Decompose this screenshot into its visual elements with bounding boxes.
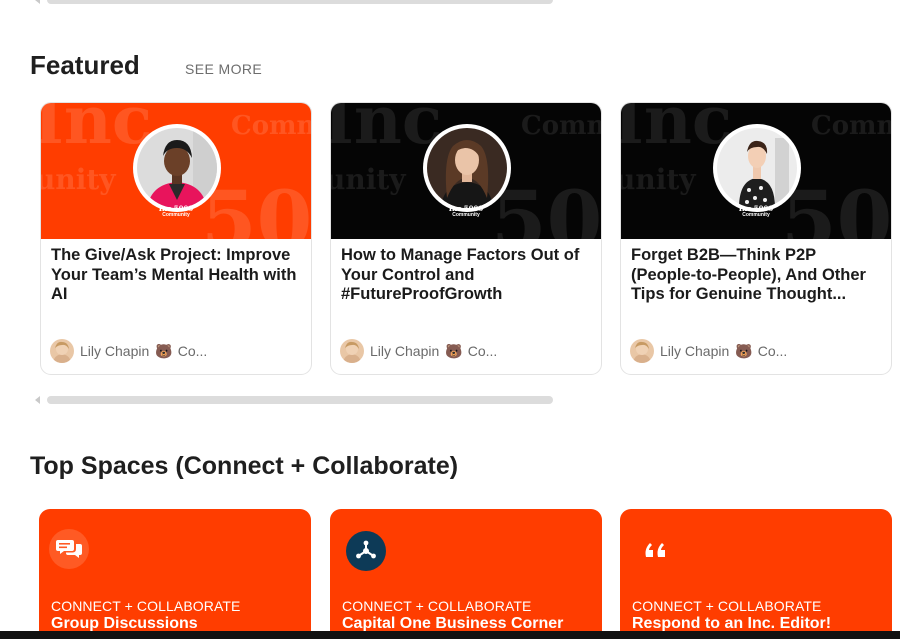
- banner-watermark: unity: [41, 163, 116, 196]
- speaker-avatar: [133, 124, 221, 212]
- card-banner: Inc. Comm unity 5000 Inc.5000 Community: [41, 103, 311, 239]
- speaker-photo: [717, 128, 797, 208]
- space-card[interactable]: CONNECT + COLLABORATE Group Discussions: [39, 509, 311, 639]
- banner-watermark: Comm: [231, 111, 311, 141]
- chat-bubbles-icon: [49, 529, 89, 569]
- see-more-link[interactable]: SEE MORE: [185, 61, 262, 77]
- top-spaces-heading: Top Spaces (Connect + Collaborate): [30, 452, 459, 480]
- banner-watermark: Comm: [811, 111, 891, 141]
- author-avatar: [340, 339, 364, 363]
- top-carousel-scrollbar[interactable]: [35, 0, 565, 4]
- featured-heading: Featured: [30, 50, 140, 80]
- card-author[interactable]: Lily Chapin 🐻 Co...: [340, 339, 497, 363]
- speaker-photo: [137, 128, 217, 208]
- inc5000-community-logo: Inc.5000 Community: [158, 204, 194, 218]
- bottom-edge-bar: [0, 631, 900, 639]
- featured-carousel-scrollbar[interactable]: [35, 396, 565, 404]
- network-nodes-icon: [346, 531, 386, 571]
- author-avatar: [630, 339, 654, 363]
- space-card[interactable]: CONNECT + COLLABORATE Capital One Busine…: [330, 509, 602, 639]
- featured-card[interactable]: Inc. Comm unity 5000 Inc.5000 Community …: [40, 102, 312, 375]
- banner-watermark: unity: [331, 163, 406, 196]
- scrollbar-thumb[interactable]: [47, 396, 553, 404]
- card-title[interactable]: Forget B2B—Think P2P (People-to-People),…: [631, 246, 883, 305]
- card-author[interactable]: Lily Chapin 🐻 Co...: [50, 339, 207, 363]
- author-role: Co...: [757, 343, 788, 359]
- bear-icon: 🐻: [445, 342, 463, 359]
- author-role: Co...: [467, 343, 498, 359]
- author-role: Co...: [177, 343, 208, 359]
- card-banner: Inc. Comm unity 5000 Inc.5000 Community: [621, 103, 891, 239]
- speaker-avatar: [713, 124, 801, 212]
- featured-card[interactable]: Inc. Comm unity 5000 Inc.5000 Community …: [330, 102, 602, 375]
- bear-icon: 🐻: [735, 342, 753, 359]
- banner-watermark: Comm: [521, 111, 601, 141]
- inc5000-community-logo: Inc.5000 Community: [448, 204, 484, 218]
- scrollbar-thumb[interactable]: [47, 0, 553, 4]
- author-name: Lily Chapin: [660, 343, 730, 359]
- space-category: CONNECT + COLLABORATE: [342, 598, 532, 614]
- speaker-photo: [427, 128, 507, 208]
- banner-watermark: unity: [621, 163, 696, 196]
- speaker-avatar: [423, 124, 511, 212]
- card-author[interactable]: Lily Chapin 🐻 Co...: [630, 339, 787, 363]
- space-category: CONNECT + COLLABORATE: [632, 598, 822, 614]
- quote-icon: [636, 529, 676, 569]
- space-card[interactable]: CONNECT + COLLABORATE Respond to an Inc.…: [620, 509, 892, 639]
- scroll-left-arrow-icon[interactable]: [35, 396, 40, 404]
- card-title[interactable]: How to Manage Factors Out of Your Contro…: [341, 246, 593, 305]
- author-name: Lily Chapin: [370, 343, 440, 359]
- author-name: Lily Chapin: [80, 343, 150, 359]
- scroll-left-arrow-icon[interactable]: [35, 0, 40, 4]
- featured-card[interactable]: Inc. Comm unity 5000 Inc.5000 Community …: [620, 102, 892, 375]
- inc5000-community-logo: Inc.5000 Community: [738, 204, 774, 218]
- card-title[interactable]: The Give/Ask Project: Improve Your Team’…: [51, 246, 303, 305]
- author-avatar: [50, 339, 74, 363]
- card-banner: Inc. Comm unity 5000 Inc.5000 Community: [331, 103, 601, 239]
- space-category: CONNECT + COLLABORATE: [51, 598, 241, 614]
- bear-icon: 🐻: [155, 342, 173, 359]
